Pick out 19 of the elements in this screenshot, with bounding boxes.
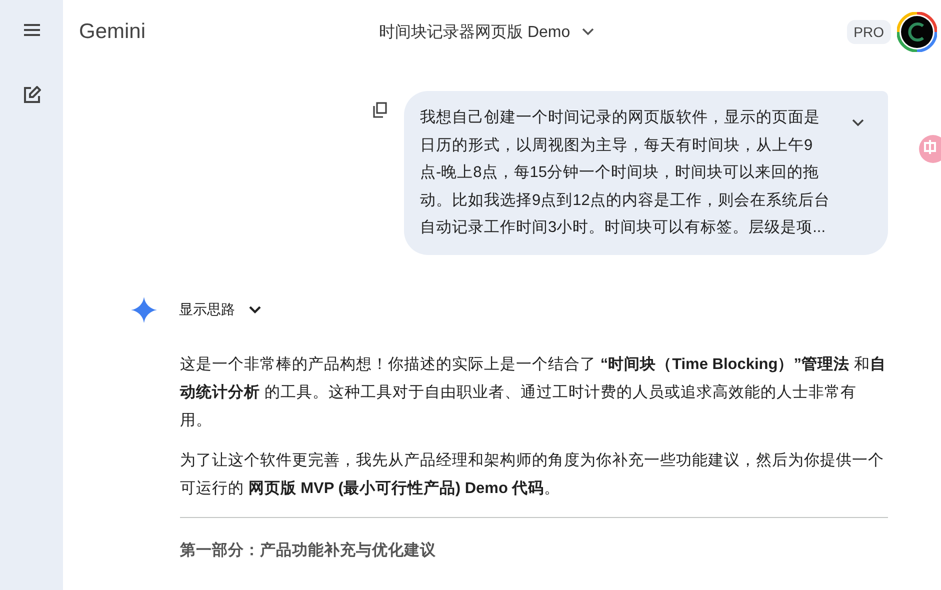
copy-icon[interactable] <box>373 102 387 118</box>
message-line: 日历的形式，以周视图为主导，每天有时间块，从上午9 <box>420 136 814 156</box>
expand-icon[interactable] <box>852 119 864 127</box>
message-line: 动。比如我选择9点到12点的内容是工作，则会在系统后台 <box>420 190 831 210</box>
response-paragraph: 为了让这个软件更完善，我先从产品经理和架构师的角度为你补充一些功能建议，然后为你提供一个可运行的 网页版 MVP (最小可行性产品) Demo 代码。 <box>180 450 885 498</box>
message-line: 我想自己创建一个时间记录的网页版软件，显示的页面是 <box>420 108 821 128</box>
menu-icon[interactable] <box>22 22 42 38</box>
plan-badge: PRO <box>846 20 891 44</box>
show-thinking-toggle[interactable]: 显示思路 <box>179 300 261 318</box>
avatar-icon[interactable] <box>897 12 937 52</box>
message-line: 点-晚上8点，每15分钟一个时间块，时间块可以来回的拖 <box>420 163 820 183</box>
chevron-down-icon <box>249 306 261 314</box>
message-line: 自动记录工作时间3小时。时间块可以有标签。层级是项... <box>420 218 827 238</box>
sparkle-icon <box>131 296 157 322</box>
chevron-down-icon <box>582 28 594 36</box>
section-heading: 第一部分：产品功能补充与优化建议 <box>180 540 437 560</box>
chat-title-dropdown[interactable]: 时间块记录器网页版 Demo <box>379 22 594 42</box>
app-title: Gemini <box>79 20 147 44</box>
response-paragraph: 这是一个非常棒的产品构想！你描述的实际上是一个结合了 “时间块（Time Blocking）”管理法 和自动统计分析 的工具。这种工具对于自由职业者、通过工时计费的人员或追求高效能的人士非常有用。 <box>180 354 887 430</box>
